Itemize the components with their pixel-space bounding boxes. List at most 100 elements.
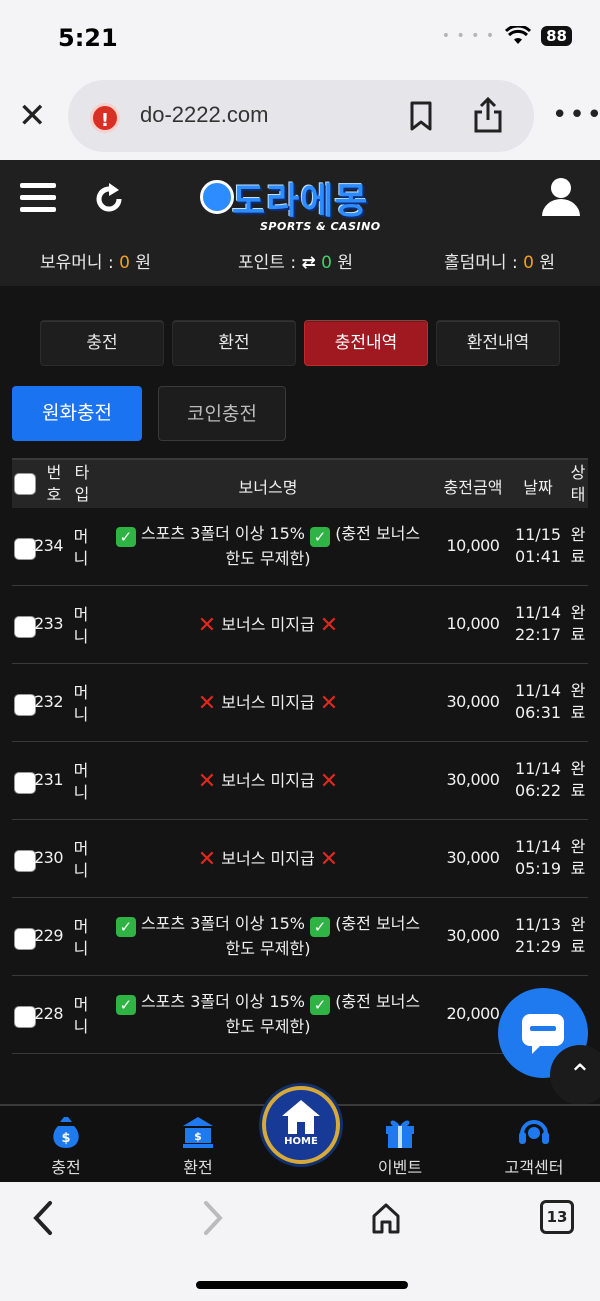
row-status: 완료: [570, 915, 586, 956]
status-icons: • • • • 88: [442, 26, 572, 46]
balance-money: 보유머니 : 0 원: [40, 253, 151, 273]
row-status: 완료: [570, 837, 586, 878]
browser-bar: ✕ ! do-2222.com •••: [0, 74, 600, 160]
bonus-cell: ✕ 보너스 미지급 ✕: [197, 769, 339, 794]
nav-event[interactable]: 이벤트: [350, 1112, 450, 1178]
nav-home[interactable]: HOME: [262, 1086, 340, 1164]
deposit-history-table: 번호 타입 보너스명 충전금액 날짜 상태 234 머니 ✓ 스포츠 3폴더 이상 …: [12, 458, 588, 1054]
site-header: 도라에몽 SPORTS & CASINO 보유머니 : 0 원 포인트 : ⇄ …: [0, 160, 600, 286]
tab-deposit-history[interactable]: 충전내역: [304, 320, 428, 366]
header-amount: 충전금액: [443, 478, 503, 497]
home-indicator: [196, 1281, 408, 1289]
row-type: 머니: [73, 527, 89, 568]
tab-withdraw-history[interactable]: 환전내역: [436, 320, 560, 366]
address-bar[interactable]: ! do-2222.com: [68, 80, 534, 152]
header-bonus: 보너스명: [238, 478, 298, 497]
close-icon[interactable]: ✕: [18, 96, 47, 136]
row-checkbox[interactable]: [14, 538, 36, 560]
bonus-cell: ✕ 보너스 미지급 ✕: [197, 613, 339, 638]
table-header: 번호 타입 보너스명 충전금액 날짜 상태: [12, 458, 588, 508]
main-tabs: 충전 환전 충전내역 환전내역: [40, 320, 560, 366]
scroll-top-button[interactable]: ⌃: [550, 1045, 600, 1105]
battery-icon: 88: [541, 26, 572, 46]
nav-withdraw-label: 환전: [183, 1158, 213, 1177]
url-text: do-2222.com: [140, 102, 269, 127]
row-amount: 10,000: [446, 536, 500, 555]
header-type: 타입: [74, 463, 90, 504]
bonus-cell: ✓ 스포츠 3폴더 이상 15% ✓ (충전 보너스 한도 무제한): [94, 912, 442, 961]
row-checkbox[interactable]: [14, 850, 36, 872]
header-status: 상태: [570, 463, 586, 504]
subtab-coin-deposit[interactable]: 코인충전: [158, 386, 286, 441]
row-date: 11/14 22:17: [514, 603, 562, 644]
row-type: 머니: [73, 683, 89, 724]
subtab-krw-deposit[interactable]: 원화충전: [12, 386, 142, 441]
warning-icon: !: [90, 103, 120, 133]
svg-text:$: $: [61, 1131, 70, 1146]
check-icon: ✓: [115, 527, 136, 547]
tab-deposit[interactable]: 충전: [40, 320, 164, 366]
refresh-icon[interactable]: [92, 182, 126, 216]
row-number: 230: [34, 848, 64, 867]
check-icon: ✓: [115, 995, 136, 1015]
balance-row: 보유머니 : 0 원 포인트 : ⇄ 0 원 홀덤머니 : 0 원: [0, 246, 600, 276]
cross-icon: ✕: [319, 847, 339, 872]
check-icon: ✓: [310, 527, 331, 547]
row-amount: 30,000: [446, 926, 500, 945]
row-date: 11/14 06:22: [514, 759, 562, 800]
bookmark-icon[interactable]: [408, 100, 434, 132]
row-number: 229: [34, 926, 64, 945]
share-icon[interactable]: [472, 96, 504, 134]
table-row: 234 머니 ✓ 스포츠 3폴더 이상 15% ✓ (충전 보너스 한도 무제한) 10…: [12, 508, 588, 586]
status-time: 5:21: [58, 24, 118, 52]
cross-icon: ✕: [319, 691, 339, 716]
row-checkbox[interactable]: [14, 928, 36, 950]
check-icon: ✓: [115, 917, 136, 937]
nav-withdraw[interactable]: $ 환전: [148, 1112, 248, 1178]
cross-icon: ✕: [319, 613, 339, 638]
signal-icon: • • • •: [441, 28, 496, 44]
tabs-count-button[interactable]: 13: [540, 1200, 574, 1234]
row-checkbox[interactable]: [14, 772, 36, 794]
row-checkbox[interactable]: [14, 1006, 36, 1028]
check-icon: ✓: [310, 995, 331, 1015]
table-row: 231 머니 ✕ 보너스 미지급 ✕ 30,000 11/14 06:22 완료: [12, 742, 588, 820]
nav-support[interactable]: 고객센터: [484, 1112, 584, 1178]
row-status: 완료: [570, 759, 586, 800]
bonus-cell: ✕ 보너스 미지급 ✕: [197, 691, 339, 716]
nav-home-label: HOME: [284, 1136, 318, 1147]
site-logo[interactable]: 도라에몽 SPORTS & CASINO: [200, 172, 400, 238]
balance-point[interactable]: 포인트 : ⇄ 0 원: [238, 248, 353, 273]
logo-text: 도라에몽: [232, 181, 369, 222]
cross-icon: ✕: [197, 847, 217, 872]
more-icon[interactable]: •••: [552, 100, 600, 130]
forward-icon[interactable]: [200, 1200, 226, 1236]
tab-withdraw[interactable]: 환전: [172, 320, 296, 366]
row-amount: 20,000: [446, 1004, 500, 1023]
row-checkbox[interactable]: [14, 616, 36, 638]
header-date: 날짜: [523, 478, 553, 497]
user-icon[interactable]: [540, 176, 582, 218]
balance-holdem: 홀덤머니 : 0 원: [444, 253, 555, 273]
row-amount: 30,000: [446, 848, 500, 867]
row-date: 11/15 01:41: [514, 525, 562, 566]
row-amount: 30,000: [446, 692, 500, 711]
cross-icon: ✕: [197, 691, 217, 716]
bonus-cell: ✓ 스포츠 3폴더 이상 15% ✓ (충전 보너스 한도 무제한): [94, 522, 442, 571]
nav-deposit[interactable]: $ 충전: [16, 1112, 116, 1178]
bonus-cell: ✓ 스포츠 3폴더 이상 15% ✓ (충전 보너스 한도 무제한): [94, 990, 442, 1039]
row-checkbox[interactable]: [14, 694, 36, 716]
hamburger-menu-icon[interactable]: [18, 180, 58, 216]
back-icon[interactable]: [30, 1200, 56, 1236]
cross-icon: ✕: [319, 769, 339, 794]
select-all-checkbox[interactable]: [14, 473, 36, 495]
nav-support-label: 고객센터: [504, 1158, 564, 1177]
header-no: 번호: [46, 463, 62, 504]
gift-icon: [386, 1120, 414, 1148]
check-icon: ✓: [310, 917, 331, 937]
swap-icon[interactable]: ⇄: [301, 253, 315, 273]
money-bag-icon: $: [53, 1117, 79, 1148]
row-date: 11/13 21:29: [514, 915, 562, 956]
row-type: 머니: [73, 995, 89, 1036]
browser-home-icon[interactable]: [370, 1200, 402, 1236]
